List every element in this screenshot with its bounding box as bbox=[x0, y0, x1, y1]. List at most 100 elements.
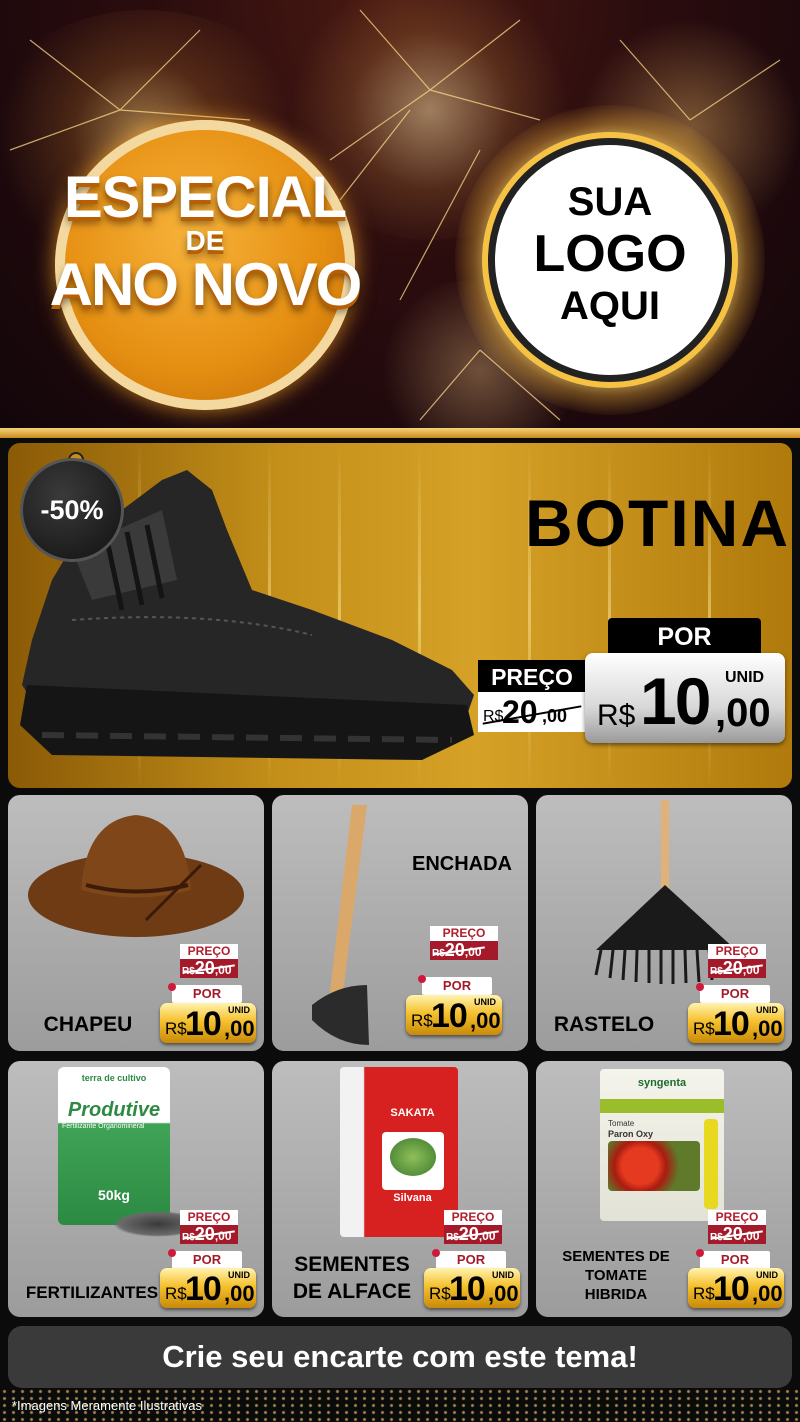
heart-icon bbox=[168, 983, 176, 991]
logo-line-1: SUA bbox=[567, 180, 653, 224]
unit-label: UNID bbox=[474, 997, 496, 1007]
new-int: 10 bbox=[431, 997, 468, 1035]
por-label: POR bbox=[172, 1251, 242, 1269]
product-name: ENCHADA bbox=[412, 853, 512, 875]
hat-image bbox=[28, 815, 244, 937]
new-int: 10 bbox=[185, 1270, 222, 1308]
new-int: 10 bbox=[185, 1005, 222, 1043]
new-dec: ,00 bbox=[224, 1281, 255, 1306]
logo-text: SUA LOGO AQUI bbox=[488, 180, 732, 328]
product-name: SEMENTES DE ALFACE bbox=[282, 1251, 422, 1305]
por-label: POR bbox=[172, 985, 242, 1003]
unit-label: UNID bbox=[228, 1270, 250, 1280]
hoe-image bbox=[312, 805, 369, 1045]
hero-new-price: UNID R$ 10 ,00 bbox=[585, 653, 785, 743]
hero-product-name: BOTINA bbox=[525, 486, 790, 560]
old-price-tag: PREÇOR$20,00 bbox=[430, 926, 498, 960]
hero-preco-label: PREÇO bbox=[478, 660, 586, 692]
product-name: FERTILIZANTES bbox=[25, 1283, 159, 1302]
cta-button[interactable]: Crie seu encarte com este tema! bbox=[8, 1326, 792, 1388]
preco-label: PREÇO bbox=[708, 1210, 766, 1225]
por-label: POR bbox=[700, 985, 770, 1003]
preco-label: PREÇO bbox=[180, 944, 238, 959]
old-price-tag: PREÇOR$20,00 bbox=[708, 944, 766, 978]
new-currency: R$ bbox=[165, 1284, 187, 1303]
old-price-tag: PREÇOR$20,00 bbox=[708, 1210, 766, 1244]
preco-label: PREÇO bbox=[180, 1210, 238, 1225]
por-label: POR bbox=[422, 977, 492, 995]
heart-icon bbox=[696, 983, 704, 991]
new-dec: ,00 bbox=[752, 1281, 783, 1306]
fert-weight: 50kg bbox=[98, 1187, 130, 1203]
tomato-photo bbox=[608, 1141, 700, 1191]
heart-icon bbox=[418, 975, 426, 983]
heart-icon bbox=[432, 1249, 440, 1257]
unit-label: UNID bbox=[756, 1005, 778, 1015]
new-dec: ,00 bbox=[224, 1016, 255, 1041]
product-name-line-3: HIBRIDA bbox=[584, 1286, 648, 1303]
heart-icon bbox=[696, 1249, 704, 1257]
fert-sub: Fertilizante Organomineral bbox=[62, 1123, 145, 1130]
product-name: CHAPEU bbox=[43, 1013, 133, 1036]
header-banner: ESPECIAL DE ANO NOVO SUA LOGO AQUI bbox=[0, 0, 800, 430]
old-price-tag: PREÇOR$20,00 bbox=[180, 1210, 238, 1244]
hero-new-int: 10 bbox=[640, 664, 711, 738]
new-currency: R$ bbox=[693, 1019, 715, 1038]
lettuce-variety: Silvana bbox=[393, 1192, 432, 1204]
logo-line-2: LOGO bbox=[533, 225, 687, 283]
fertilizer-bag-image: terra de cultivo Produtive Fertilizante … bbox=[58, 1067, 170, 1225]
hero-por-label: POR bbox=[608, 618, 761, 654]
tomato-brand: syngenta bbox=[637, 1077, 687, 1089]
old-price-tag: PREÇOR$20,00 bbox=[180, 944, 238, 978]
product-name-line-2: TOMATE bbox=[585, 1267, 647, 1284]
page-title: ESPECIAL DE ANO NOVO bbox=[20, 168, 390, 316]
preco-label: PREÇO bbox=[430, 926, 498, 941]
new-currency: R$ bbox=[693, 1284, 715, 1303]
lettuce-photo bbox=[382, 1132, 444, 1190]
product-name-line-2: DE ALFACE bbox=[292, 1280, 412, 1303]
new-dec: ,00 bbox=[752, 1016, 783, 1041]
new-price-tag: UNID R$ 10,00 bbox=[688, 1268, 784, 1308]
title-line-3: ANO NOVO bbox=[49, 251, 363, 318]
new-currency: R$ bbox=[165, 1019, 187, 1038]
logo-line-3: AQUI bbox=[560, 284, 660, 328]
lettuce-brand: SAKATA bbox=[390, 1107, 435, 1119]
new-price-tag: UNID R$ 10,00 bbox=[688, 1003, 784, 1043]
new-price-tag: UNID R$ 10,00 bbox=[406, 995, 502, 1035]
discount-badge: -50% bbox=[20, 458, 124, 562]
hero-old-int: 20 bbox=[502, 694, 538, 730]
title-line-1: ESPECIAL bbox=[63, 165, 347, 230]
unit-label: UNID bbox=[228, 1005, 250, 1015]
preco-label: PREÇO bbox=[708, 944, 766, 959]
product-name-line-1: SEMENTES DE bbox=[562, 1248, 670, 1265]
product-name: SEMENTES DE TOMATE HIBRIDA bbox=[546, 1247, 686, 1304]
new-int: 10 bbox=[713, 1270, 750, 1308]
new-price-tag: UNID R$ 10,00 bbox=[160, 1268, 256, 1308]
tomato-kind: Tomate bbox=[608, 1119, 635, 1128]
new-price-tag: UNID R$ 10,00 bbox=[160, 1003, 256, 1043]
gold-divider bbox=[0, 428, 800, 438]
new-int: 10 bbox=[449, 1270, 486, 1308]
hero-new-currency: R$ bbox=[597, 699, 636, 732]
new-price-tag: UNID R$ 10,00 bbox=[424, 1268, 520, 1308]
hero-unit: UNID bbox=[725, 669, 765, 686]
hero-old-price: R$ 20 ,00 bbox=[478, 692, 586, 732]
new-dec: ,00 bbox=[470, 1008, 501, 1033]
lettuce-seed-pack-image: SAKATA Silvana bbox=[340, 1067, 458, 1237]
hero-new-dec: ,00 bbox=[715, 691, 771, 735]
por-label: POR bbox=[436, 1251, 506, 1269]
tomato-variety: Paron Oxy bbox=[608, 1129, 654, 1139]
unit-label: UNID bbox=[756, 1270, 778, 1280]
disclaimer-text: *Imagens Meramente Ilustrativas bbox=[12, 1398, 203, 1413]
tomato-seed-pack-image: syngenta Tomate Paron Oxy bbox=[600, 1069, 724, 1221]
new-int: 10 bbox=[713, 1005, 750, 1043]
heart-icon bbox=[168, 1249, 176, 1257]
preco-label: PREÇO bbox=[444, 1210, 502, 1225]
old-price-tag: PREÇOR$20,00 bbox=[444, 1210, 502, 1244]
product-name-line-1: SEMENTES bbox=[294, 1253, 410, 1276]
new-currency: R$ bbox=[429, 1284, 451, 1303]
por-label: POR bbox=[700, 1251, 770, 1269]
new-dec: ,00 bbox=[488, 1281, 519, 1306]
unit-label: UNID bbox=[492, 1270, 514, 1280]
product-name: RASTELO bbox=[553, 1013, 655, 1036]
